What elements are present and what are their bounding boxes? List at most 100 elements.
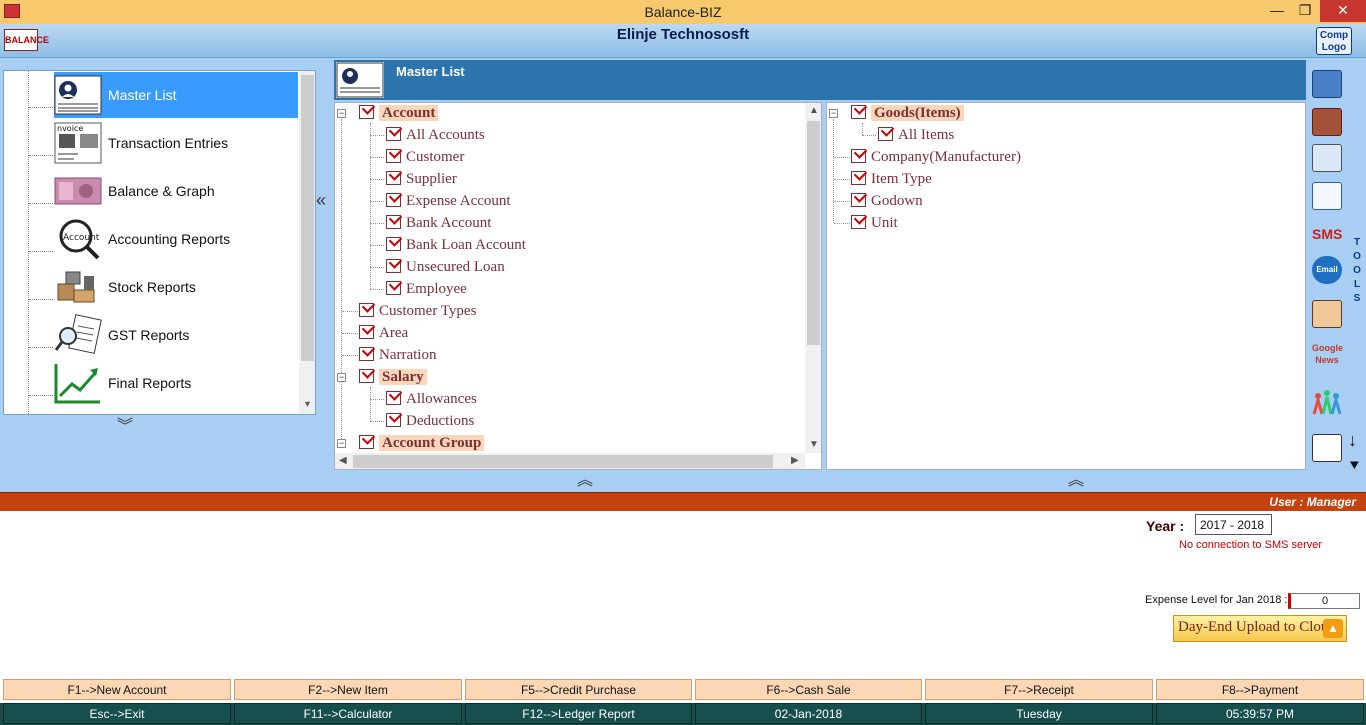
expand-down-icon[interactable]: ︾ <box>117 412 133 436</box>
current-time: 05:39:57 PM <box>1156 703 1364 724</box>
calendar-grid-icon[interactable] <box>1312 70 1342 98</box>
check-icon <box>851 215 866 229</box>
google-news-button[interactable]: Google News <box>1312 342 1343 370</box>
edit-document-icon[interactable] <box>1312 144 1342 172</box>
tree-line <box>342 311 358 312</box>
close-button[interactable]: ✕ <box>1320 0 1366 22</box>
tree-node-bank-loan-account[interactable]: Bank Loan Account <box>386 235 526 255</box>
tree-node-allowances[interactable]: Allowances <box>386 389 477 409</box>
tree-line <box>370 289 384 290</box>
account-tree-vscrollbar[interactable]: ▲ ▼ <box>805 103 821 453</box>
menu-scrollbar-thumb[interactable] <box>301 75 314 361</box>
tree-node-goods-items[interactable]: Goods(Items) <box>851 103 964 123</box>
contact-card-icon <box>54 75 102 115</box>
check-icon <box>386 259 401 273</box>
menu-label: Balance & Graph <box>108 183 215 199</box>
expand-up-icon[interactable]: ︽ <box>577 466 593 490</box>
menu-connector <box>29 203 53 204</box>
scroll-left-icon[interactable]: ◀ <box>339 455 347 466</box>
f6-cash-sale-button[interactable]: F6-->Cash Sale <box>695 679 922 700</box>
scroll-right-icon[interactable]: ▶ <box>791 455 799 466</box>
f8-payment-button[interactable]: F8-->Payment <box>1156 679 1364 700</box>
menu-item-accounting-reports[interactable]: Account Accounting Reports <box>54 216 298 262</box>
email-button[interactable]: Email <box>1312 256 1342 284</box>
hscroll-thumb[interactable] <box>353 455 773 468</box>
tree-line <box>834 201 850 202</box>
esc-exit-button[interactable]: Esc-->Exit <box>3 703 231 724</box>
menu-item-transaction-entries[interactable]: nvoice Transaction Entries <box>54 120 298 166</box>
arrow-down-icon[interactable]: ↓ <box>1348 430 1357 451</box>
tree-line <box>834 179 850 180</box>
tree-line <box>834 223 850 224</box>
sms-button[interactable]: SMS <box>1312 220 1342 248</box>
tree-line <box>370 201 384 202</box>
tree-node-item-type[interactable]: Item Type <box>851 169 932 189</box>
account-tree-hscrollbar[interactable]: ◀ ▶ <box>335 453 805 469</box>
tree-node-all-items[interactable]: All Items <box>878 125 954 145</box>
menu-item-final-reports[interactable]: Final Reports <box>54 360 298 406</box>
collapse-salary-icon[interactable]: − <box>337 373 346 382</box>
line-chart-icon[interactable] <box>1312 434 1342 462</box>
scroll-up-icon[interactable]: ▲ <box>809 105 819 116</box>
tools-label: T O O L S <box>1353 237 1361 304</box>
check-icon <box>386 391 401 405</box>
tree-node-account-group[interactable]: Account Group <box>359 433 485 453</box>
tree-node-unit[interactable]: Unit <box>851 213 898 233</box>
maximize-button[interactable]: ❐ <box>1292 0 1318 22</box>
tree-node-narration[interactable]: Narration <box>359 345 436 365</box>
tree-node-employee[interactable]: Employee <box>386 279 467 299</box>
tree-node-account[interactable]: Account <box>359 103 439 123</box>
menu-label: Transaction Entries <box>108 135 229 151</box>
menu-item-balance-graph[interactable]: Balance & Graph <box>54 168 298 214</box>
collapse-account-icon[interactable]: − <box>337 109 346 118</box>
expand-up-icon[interactable]: ︽ <box>1068 466 1084 490</box>
day-end-upload-button[interactable]: Day-End Upload to Cloud ▲ <box>1173 615 1347 642</box>
vscroll-thumb[interactable] <box>807 121 820 345</box>
menu-item-gst-reports[interactable]: GST Reports <box>54 312 298 358</box>
tree-node-expense-account[interactable]: Expense Account <box>386 191 511 211</box>
svg-text:Account: Account <box>63 233 100 243</box>
check-icon <box>359 435 374 449</box>
report-magnifier-icon <box>54 314 102 354</box>
menu-label: Master List <box>108 87 177 103</box>
expand-account-group-icon[interactable]: − <box>337 439 346 448</box>
user-status-bar: User : Manager <box>0 492 1366 511</box>
tree-node-deductions[interactable]: Deductions <box>386 411 474 431</box>
f1-new-account-button[interactable]: F1-->New Account <box>3 679 231 700</box>
menu-scrollbar[interactable]: ▾ <box>299 71 315 414</box>
invoice-icon: nvoice <box>54 122 102 164</box>
f5-credit-purchase-button[interactable]: F5-->Credit Purchase <box>465 679 692 700</box>
collapse-goods-icon[interactable]: − <box>829 109 838 118</box>
menu-item-master-list[interactable]: Master List <box>54 72 298 118</box>
tree-node-unsecured-loan[interactable]: Unsecured Loan <box>386 257 505 277</box>
year-field[interactable]: 2017 - 2018 <box>1195 514 1272 535</box>
f11-calculator-button[interactable]: F11-->Calculator <box>234 703 462 724</box>
tree-node-godown[interactable]: Godown <box>851 191 923 211</box>
f12-ledger-report-button[interactable]: F12-->Ledger Report <box>465 703 692 724</box>
tree-node-customer-types[interactable]: Customer Types <box>359 301 476 321</box>
tree-node-bank-account[interactable]: Bank Account <box>386 213 491 233</box>
tree-line <box>370 267 384 268</box>
menu-item-stock-reports[interactable]: Stock Reports <box>54 264 298 310</box>
f7-receipt-button[interactable]: F7-->Receipt <box>925 679 1153 700</box>
tree-node-area[interactable]: Area <box>359 323 408 343</box>
ledger-book-icon[interactable] <box>1312 108 1342 136</box>
tree-node-salary[interactable]: Salary <box>359 367 427 387</box>
tree-node-company[interactable]: Company(Manufacturer) <box>851 147 1021 167</box>
scroll-down-icon[interactable]: ▼ <box>809 439 819 450</box>
people-icon[interactable] <box>1312 388 1342 416</box>
window-title: Balance-BIZ <box>644 4 722 20</box>
minimize-button[interactable]: — <box>1264 0 1290 22</box>
scroll-down-icon[interactable]: ▾ <box>299 399 315 410</box>
menu-connector <box>29 155 53 156</box>
tree-node-all-accounts[interactable]: All Accounts <box>386 125 485 145</box>
f2-new-item-button[interactable]: F2-->New Item <box>234 679 462 700</box>
tree-node-supplier[interactable]: Supplier <box>386 169 457 189</box>
check-icon <box>386 413 401 427</box>
scroll-down-icon[interactable]: ⯆ <box>1348 458 1361 476</box>
comp-logo-button[interactable]: Comp Logo <box>1316 27 1352 55</box>
collapse-left-icon[interactable]: « <box>316 190 326 211</box>
tree-node-customer[interactable]: Customer <box>386 147 464 167</box>
notepad-icon[interactable] <box>1312 182 1342 210</box>
user-icon[interactable] <box>1312 300 1342 328</box>
